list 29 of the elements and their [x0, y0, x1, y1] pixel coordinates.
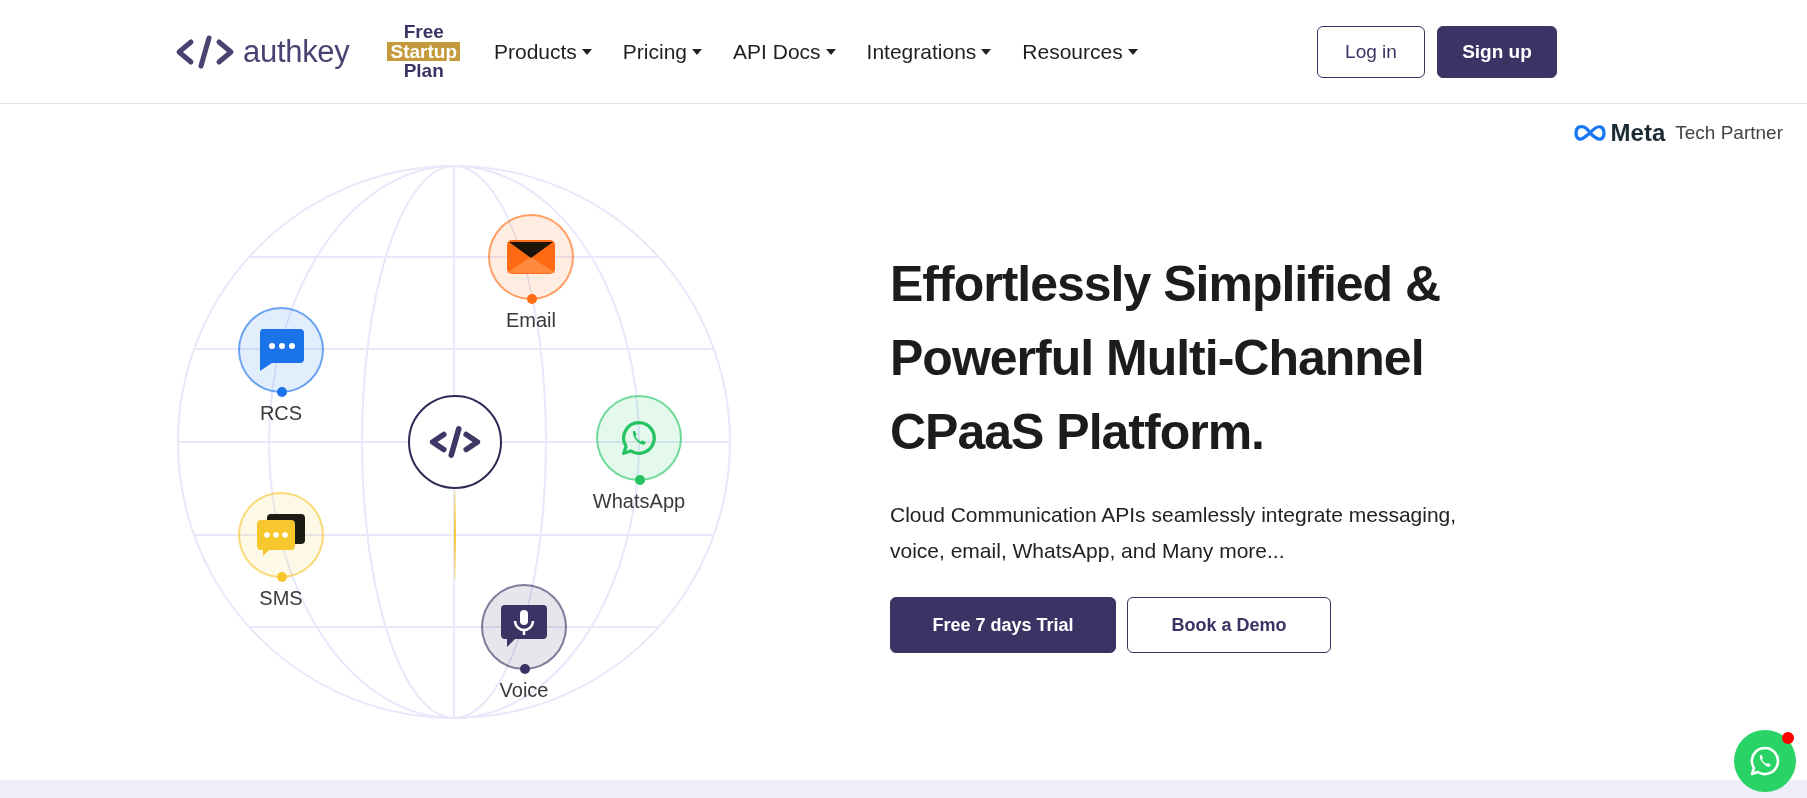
channel-label: WhatsApp — [591, 490, 687, 513]
nav-menu-item[interactable]: Resources — [1022, 39, 1139, 64]
partner-brand: Meta — [1610, 119, 1666, 147]
notification-dot — [1782, 732, 1794, 744]
nav-menu-item[interactable]: Pricing — [622, 39, 704, 64]
primary-button[interactable]: Free 7 days Trial — [890, 597, 1116, 653]
logo-text[interactable]: authkey — [243, 33, 350, 70]
phone-bubble-icon — [619, 418, 659, 458]
nav-menu-item[interactable]: API Docs — [733, 39, 837, 64]
phone-bubble-icon — [1748, 744, 1782, 778]
code-brackets-logo-icon — [175, 33, 235, 70]
secondary-button[interactable]: Book a Demo — [1127, 597, 1331, 653]
channel-label: Email — [505, 309, 557, 332]
infinity-logo-icon — [1572, 124, 1607, 142]
promo-text[interactable]: Free — [403, 21, 444, 42]
nav-menu-item[interactable]: Products — [494, 39, 593, 64]
hero-description: Cloud Communication APIs seamlessly integrate messaging, voice, email, WhatsApp, and Many more... — [890, 502, 1457, 564]
envelope-icon — [506, 239, 556, 275]
hero-heading: Effortlessly Simplified & Powerful Multi-Channel CPaaS Platform. — [890, 255, 1442, 462]
secondary-button[interactable]: Log in — [1317, 25, 1425, 78]
channel-label: Voice — [498, 679, 550, 702]
primary-button[interactable]: Sign up — [1437, 25, 1557, 78]
chat-bubbles-icon — [255, 512, 307, 558]
partner-label: Tech Partner — [1675, 122, 1783, 144]
whatsapp-chat-button[interactable] — [1734, 730, 1796, 792]
promo-text[interactable]: Plan — [403, 61, 444, 82]
channel-label: RCS — [258, 402, 304, 425]
channel-label: SMS — [258, 587, 304, 610]
nav-menu-item[interactable]: Integrations — [866, 39, 993, 64]
